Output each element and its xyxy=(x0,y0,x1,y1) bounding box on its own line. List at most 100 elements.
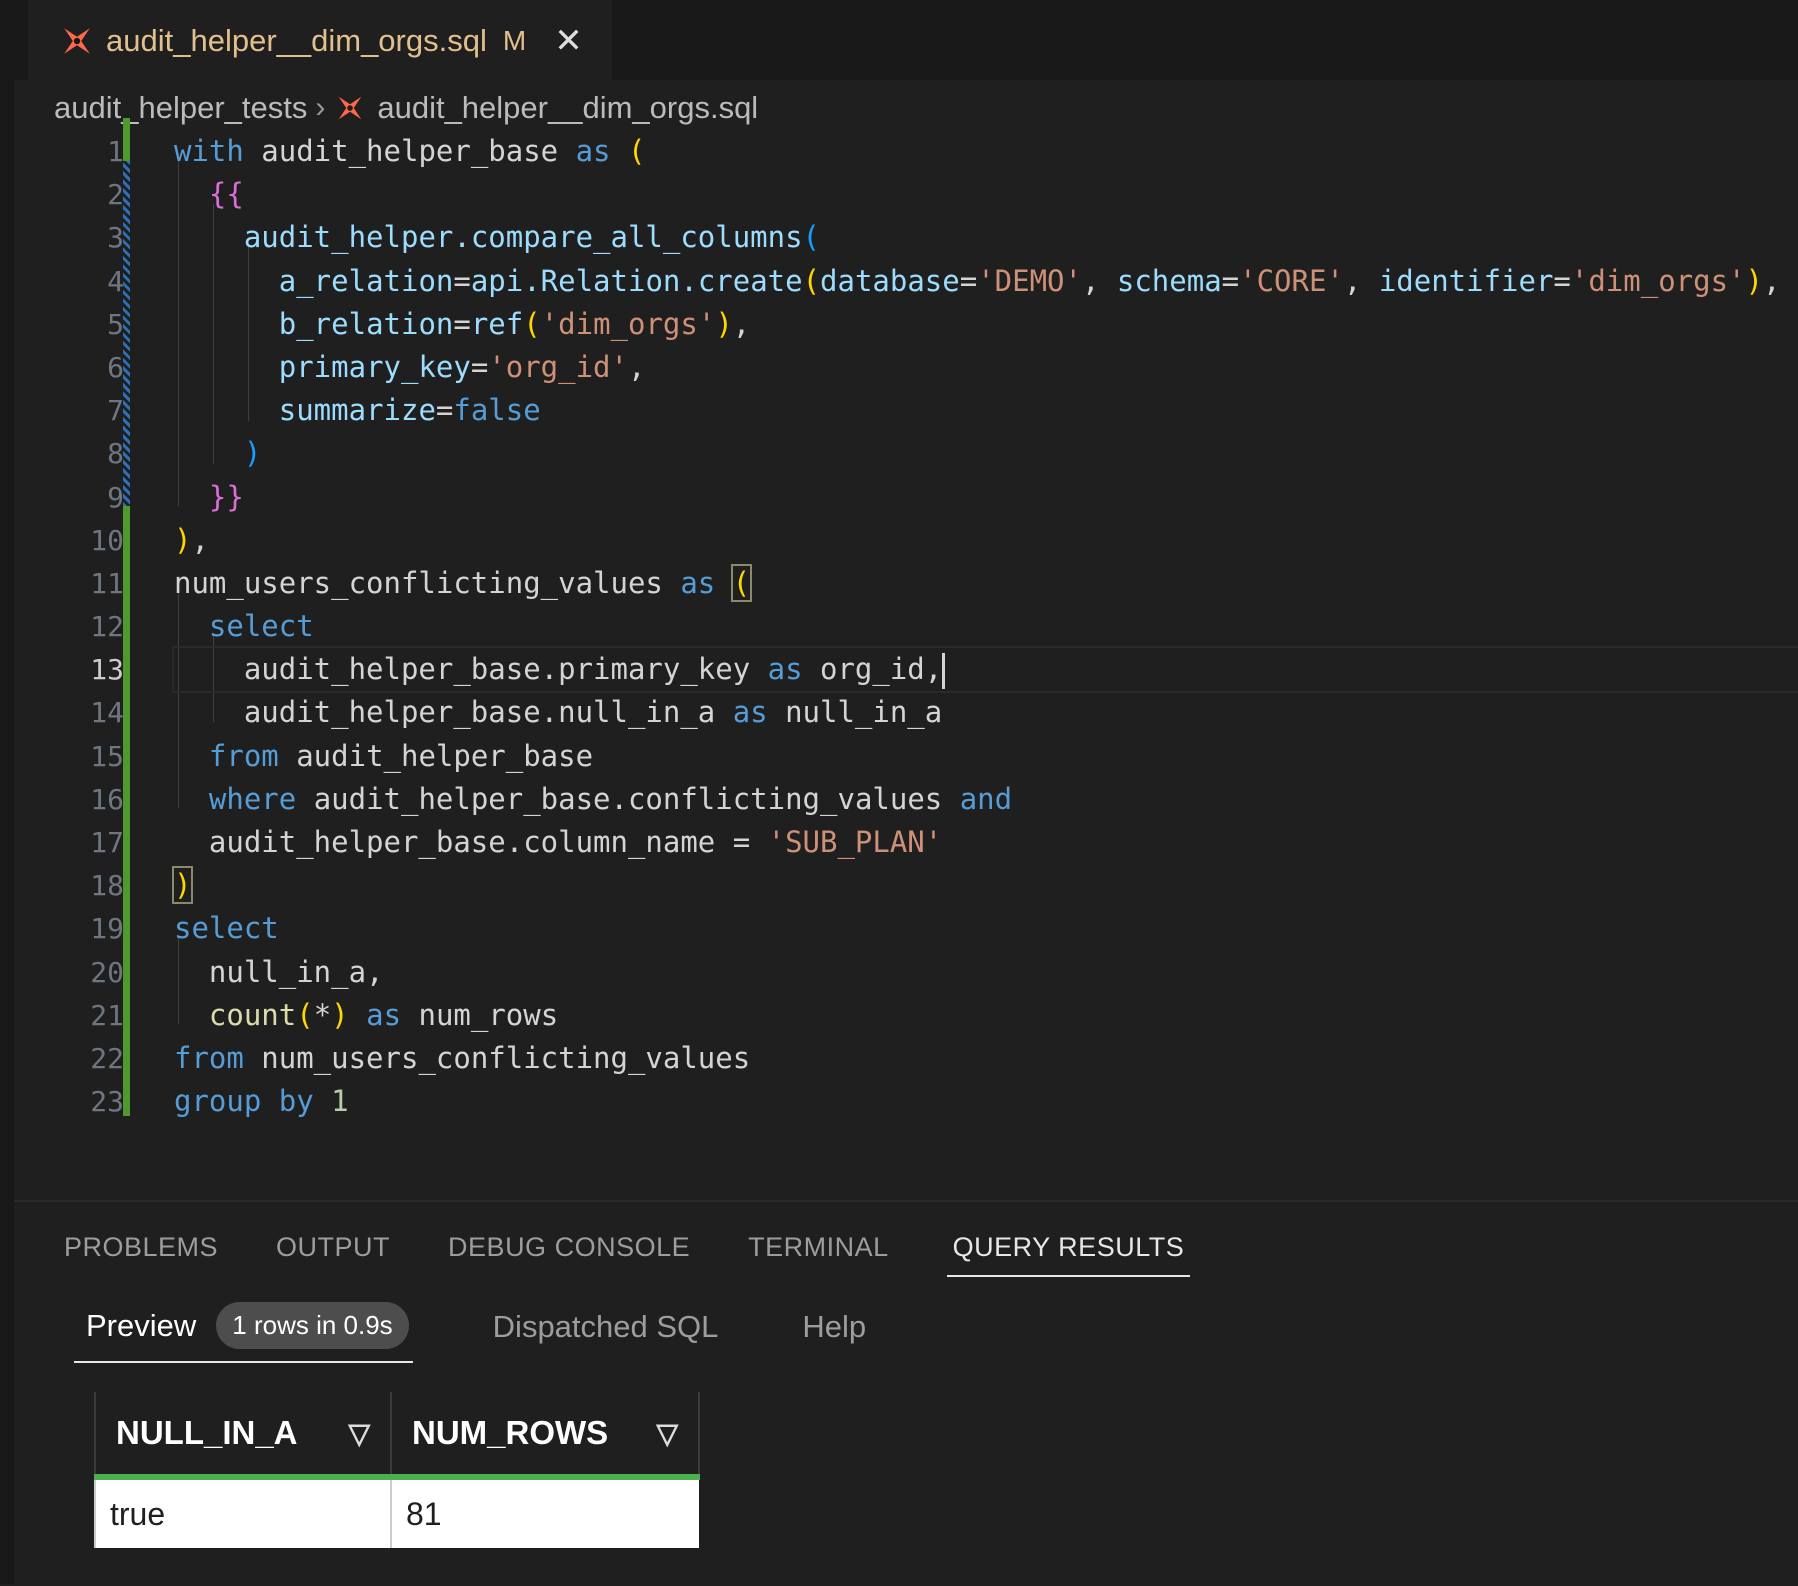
line-number: 17 xyxy=(90,826,124,859)
code-token: {{ xyxy=(208,177,244,212)
code-line[interactable]: b_relation=ref('dim_orgs'), xyxy=(174,303,1798,346)
code-area[interactable]: with audit_helper_base as ( {{ audit_hel… xyxy=(171,130,1798,1123)
panel-tab-debug-console[interactable]: DEBUG CONSOLE xyxy=(448,1232,690,1277)
code-token: = xyxy=(470,349,489,384)
code-line[interactable]: a_relation=api.Relation.create(database=… xyxy=(174,260,1798,303)
code-token: ( xyxy=(802,220,821,255)
table-row: true 81 xyxy=(94,1474,699,1548)
code-line[interactable]: }} xyxy=(174,476,1798,519)
code-line[interactable]: audit_helper.compare_all_columns( xyxy=(174,216,1798,259)
code-token: }} xyxy=(208,479,244,514)
code-token: false xyxy=(453,393,541,428)
code-token: ) xyxy=(171,866,194,905)
code-line[interactable]: with audit_helper_base as ( xyxy=(174,130,1798,173)
code-token: ( xyxy=(802,263,821,298)
code-token: ref xyxy=(470,306,524,341)
code-line[interactable]: audit_helper_base.null_in_a as null_in_a xyxy=(174,691,1798,734)
code-token: ) xyxy=(174,522,192,557)
code-token: as xyxy=(767,652,803,687)
line-number: 14 xyxy=(90,696,124,730)
panel-tab-query-results[interactable]: QUERY RESULTS xyxy=(946,1232,1191,1277)
filter-icon[interactable]: ▽ xyxy=(656,1417,678,1450)
code-line[interactable]: {{ xyxy=(174,173,1798,216)
code-token: = xyxy=(959,263,978,298)
code-line[interactable]: from num_users_conflicting_values xyxy=(174,1037,1798,1080)
code-line[interactable]: from audit_helper_base xyxy=(174,735,1798,778)
column-header-null-in-a[interactable]: NULL_IN_A ▽ xyxy=(94,1392,392,1477)
panel-tab-problems[interactable]: PROBLEMS xyxy=(64,1232,218,1277)
line-number: 23 xyxy=(90,1085,124,1119)
tab-dispatched-sql[interactable]: Dispatched SQL xyxy=(493,1309,719,1357)
editor-tab-bar: audit_helper__dim_orgs.sql M ✕ xyxy=(14,0,1798,81)
code-line[interactable]: summarize=false xyxy=(174,389,1798,432)
code-token: and xyxy=(959,781,1013,816)
code-token: b_relation xyxy=(278,306,454,341)
table-cell[interactable]: true xyxy=(94,1474,391,1548)
activity-strip xyxy=(0,0,14,1584)
code-line[interactable]: primary_key='org_id', xyxy=(174,346,1798,389)
code-line[interactable]: group by 1 xyxy=(174,1080,1798,1123)
code-token: count xyxy=(208,997,297,1032)
code-token: ( xyxy=(730,563,753,602)
breadcrumb-folder[interactable]: audit_helper_tests xyxy=(54,90,307,126)
filter-icon[interactable]: ▽ xyxy=(348,1417,370,1450)
code-token: identifier xyxy=(1378,263,1554,298)
git-added-bar xyxy=(123,118,130,161)
code-line[interactable]: ) xyxy=(171,864,1798,907)
code-line[interactable]: select xyxy=(174,907,1798,950)
editor-tab-active[interactable]: audit_helper__dim_orgs.sql M ✕ xyxy=(28,0,612,81)
chevron-right-icon: › xyxy=(315,91,326,124)
line-number: 3 xyxy=(107,221,124,255)
code-token: num_rows xyxy=(401,997,559,1032)
code-token: , xyxy=(1762,263,1781,298)
code-token: as xyxy=(366,997,402,1032)
code-token: 1 xyxy=(331,1084,349,1119)
code-line[interactable]: audit_helper_base.primary_key as org_id, xyxy=(172,646,1798,694)
query-results-subtabs: Preview 1 rows in 0.9s Dispatched SQL He… xyxy=(74,1302,866,1363)
code-line[interactable]: select xyxy=(174,605,1798,648)
code-token: * xyxy=(313,997,332,1032)
code-token: select xyxy=(208,609,314,644)
dbt-file-icon xyxy=(64,28,90,54)
code-line[interactable]: null_in_a, xyxy=(174,951,1798,994)
code-token: api.Relation.create xyxy=(470,263,803,298)
column-header-num-rows[interactable]: NUM_ROWS ▽ xyxy=(390,1392,700,1477)
results-table: NULL_IN_A ▽ NUM_ROWS ▽ true 81 xyxy=(94,1392,700,1548)
line-number: 21 xyxy=(90,998,124,1032)
line-number: 5 xyxy=(107,307,124,341)
panel-tab-terminal[interactable]: TERMINAL xyxy=(748,1232,889,1277)
close-icon[interactable]: ✕ xyxy=(554,24,583,58)
tab-help[interactable]: Help xyxy=(802,1309,866,1357)
line-number: 16 xyxy=(90,782,124,816)
git-added-bar xyxy=(123,506,130,1116)
code-line[interactable]: audit_helper_base.column_name = 'SUB_PLA… xyxy=(174,821,1798,864)
tab-preview[interactable]: Preview 1 rows in 0.9s xyxy=(74,1302,413,1363)
code-line[interactable]: ), xyxy=(174,519,1798,562)
table-cell[interactable]: 81 xyxy=(390,1474,699,1548)
code-editor[interactable]: 1 2 3 4 5 6 7 8 9 10 11 12 13 14 15 16 17 18 19 20 21 22 23 wi… xyxy=(14,118,1798,1130)
code-token: audit_helper_base.null_in_a xyxy=(174,695,733,730)
code-line[interactable]: count(*) as num_rows xyxy=(174,994,1798,1037)
code-token: ( xyxy=(296,997,314,1032)
code-line[interactable]: num_users_conflicting_values as ( xyxy=(174,562,1798,605)
code-line[interactable]: where audit_helper_base.conflicting_valu… xyxy=(174,778,1798,821)
code-token: = xyxy=(453,263,471,298)
code-token: 'org_id' xyxy=(488,349,628,384)
code-line[interactable]: ) xyxy=(174,432,1798,475)
code-token: audit_helper_base xyxy=(278,738,594,773)
breadcrumb: audit_helper_tests › audit_helper__dim_o… xyxy=(54,88,758,128)
git-modified-bar xyxy=(123,161,130,506)
panel-tab-output[interactable]: OUTPUT xyxy=(276,1232,390,1277)
breadcrumb-file[interactable]: audit_helper__dim_orgs.sql xyxy=(377,90,758,126)
code-token: database xyxy=(820,263,960,298)
code-token: ) xyxy=(243,436,262,471)
code-token: , xyxy=(732,306,751,341)
bottom-panel: PROBLEMS OUTPUT DEBUG CONSOLE TERMINAL QUERY… xyxy=(14,1200,1798,1586)
